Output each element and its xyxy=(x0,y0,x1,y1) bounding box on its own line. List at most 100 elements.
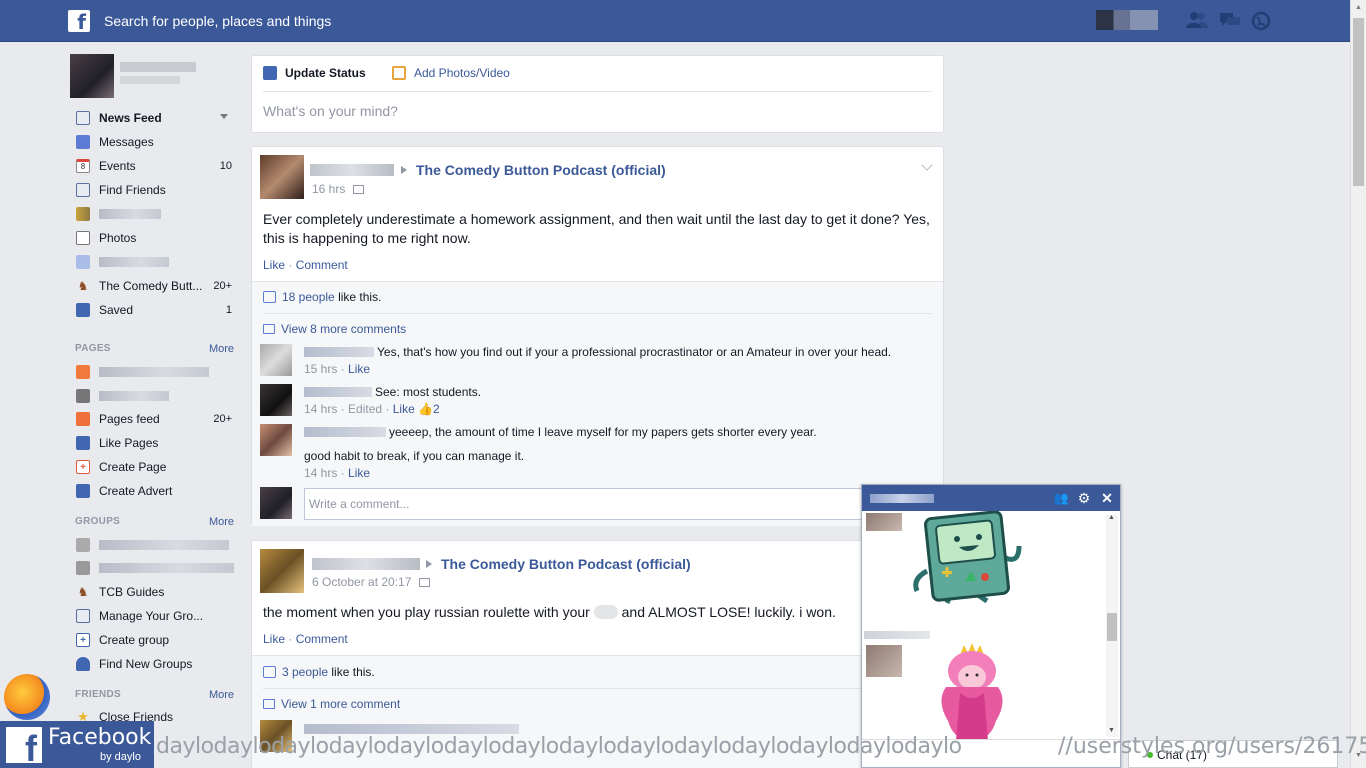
find-groups-icon xyxy=(76,657,90,671)
sidebar-item-events[interactable]: 8 Events 10 xyxy=(76,156,236,176)
sidebar-item-saved[interactable]: Saved 1 xyxy=(76,300,236,320)
add-photos-tab[interactable]: Add Photos/Video xyxy=(392,66,510,80)
status-input[interactable]: What's on your mind? xyxy=(263,103,398,119)
sidebar-item-comedy-button[interactable]: ♞ The Comedy Butt... 20+ xyxy=(76,276,236,296)
sidebar-item-manage-groups[interactable]: Manage Your Gro... xyxy=(76,606,236,626)
chevron-down-icon[interactable] xyxy=(921,159,933,171)
sidebar-item-pages-feed[interactable]: Pages feed 20+ xyxy=(76,409,236,429)
commenter-name-blurred[interactable] xyxy=(304,347,374,357)
chat-sender-avatar xyxy=(866,513,902,531)
page-link[interactable]: The Comedy Button Podcast (official) xyxy=(416,162,666,178)
author-name-blurred[interactable] xyxy=(312,558,420,570)
sidebar-item-photos[interactable]: Photos xyxy=(76,228,236,248)
like-button[interactable]: Like xyxy=(263,258,285,272)
notifications-globe-icon[interactable] xyxy=(1250,11,1272,31)
commenter-name-blurred[interactable] xyxy=(304,427,386,437)
comment-meta: 15 hrs · Like xyxy=(304,362,371,376)
sidebar-page-blurred-1[interactable] xyxy=(76,362,236,382)
chat-contact-name-blurred[interactable] xyxy=(870,494,934,503)
sidebar-item-create-advert[interactable]: Create Advert xyxy=(76,481,236,501)
comment-button[interactable]: Comment xyxy=(296,632,348,646)
update-status-tab[interactable]: Update Status xyxy=(263,66,366,80)
view-more-comments[interactable]: View 8 more comments xyxy=(263,322,406,336)
comment-like-button[interactable]: Like xyxy=(393,402,415,416)
thumbs-up-icon xyxy=(76,436,90,450)
sidebar-item-create-group[interactable]: + Create group xyxy=(76,630,236,650)
view-more-comments[interactable]: View 1 more comment xyxy=(263,697,400,711)
likes-summary: 18 people like this. xyxy=(263,290,381,304)
userstyle-url: //userstyles.org/users/261751 xyxy=(1058,734,1366,759)
post-timestamp[interactable]: 16 hrs xyxy=(312,182,365,196)
likes-count-link[interactable]: 18 people xyxy=(282,290,335,304)
author-avatar[interactable] xyxy=(260,155,304,199)
chat-scrollbar-thumb[interactable] xyxy=(1107,613,1117,641)
facebook-f-icon: f xyxy=(6,727,42,763)
audience-icon[interactable] xyxy=(353,185,365,194)
groups-more-link[interactable]: More xyxy=(209,516,234,528)
sidebar-group-blurred-2[interactable] xyxy=(76,558,236,578)
scrollbar-thumb[interactable] xyxy=(1353,18,1364,186)
commenter-avatar[interactable] xyxy=(260,384,292,416)
comment-likes-count[interactable]: 👍2 xyxy=(418,402,440,416)
gear-icon[interactable]: ⚙ xyxy=(1076,489,1092,507)
sidebar-item-find-friends[interactable]: Find Friends xyxy=(76,180,236,200)
comment-button[interactable]: Comment xyxy=(296,258,348,272)
likes-count-link[interactable]: 3 people xyxy=(282,665,328,679)
write-comment-input[interactable]: Write a comment... xyxy=(304,488,874,520)
sidebar-group-tcb-guides[interactable]: ♞ TCB Guides xyxy=(76,582,236,602)
bmo-sticker xyxy=(913,511,1022,604)
commenter-name-blurred[interactable] xyxy=(304,387,372,397)
sidebar-item-messages[interactable]: Messages xyxy=(76,132,236,152)
comment-text-continued: good habit to break, if you can manage i… xyxy=(304,449,525,463)
like-button[interactable]: Like xyxy=(263,632,285,646)
blurred-label xyxy=(99,563,234,573)
close-icon[interactable]: ✕ xyxy=(1099,489,1115,507)
sidebar-item-like-pages[interactable]: Like Pages xyxy=(76,433,236,453)
commenter-name-blurred[interactable] xyxy=(304,724,519,734)
comment-bubble-icon xyxy=(263,699,275,709)
friends-more-link[interactable]: More xyxy=(209,689,234,701)
messages-icon[interactable] xyxy=(1219,11,1241,31)
friends-icon[interactable] xyxy=(1186,11,1208,31)
author-avatar[interactable] xyxy=(260,549,304,593)
thumbs-up-icon xyxy=(263,291,276,303)
messages-icon xyxy=(76,135,90,149)
sidebar-item-find-new-groups[interactable]: Find New Groups xyxy=(76,654,236,674)
post-timestamp[interactable]: 6 October at 20:17 xyxy=(312,575,431,589)
sidebar-item-blurred[interactable] xyxy=(76,204,236,224)
profile-avatar[interactable] xyxy=(70,54,114,98)
manage-groups-icon xyxy=(76,609,90,623)
comment-like-button[interactable]: Like xyxy=(348,466,370,480)
audience-icon[interactable] xyxy=(419,578,431,587)
chat-scrollbar[interactable]: ▲ ▼ xyxy=(1106,514,1118,737)
blurred-label xyxy=(99,391,169,401)
horse-icon: ♞ xyxy=(77,279,89,293)
commenter-avatar[interactable] xyxy=(260,344,292,376)
search-input[interactable]: Search for people, places and things xyxy=(104,13,331,29)
chevron-down-icon[interactable] xyxy=(220,114,228,119)
sidebar-page-blurred-2[interactable] xyxy=(76,386,236,406)
comment-like-button[interactable]: Like xyxy=(348,362,370,376)
sidebar-item-blurred-2[interactable] xyxy=(76,252,236,272)
sidebar-group-blurred-1[interactable] xyxy=(76,535,236,555)
chat-header[interactable]: 👥 ⚙ ✕ xyxy=(862,485,1120,511)
group-thumbnail-icon xyxy=(76,561,90,575)
top-profile-avatar[interactable] xyxy=(1096,10,1158,30)
blurred-label xyxy=(99,367,209,377)
news-feed-icon xyxy=(76,111,90,125)
author-name-blurred[interactable] xyxy=(310,164,394,176)
sidebar-item-news-feed[interactable]: News Feed xyxy=(76,108,236,128)
facebook-logo-icon[interactable]: f xyxy=(68,10,90,32)
profile-edit-blurred[interactable] xyxy=(120,76,180,84)
profile-name-blurred[interactable] xyxy=(120,62,196,72)
add-friend-to-chat-icon[interactable]: 👥 xyxy=(1053,489,1069,507)
chat-sender-avatar xyxy=(866,645,902,677)
page-scrollbar[interactable]: ▲ ▼ xyxy=(1350,0,1366,768)
sidebar-item-create-page[interactable]: + Create Page xyxy=(76,457,236,477)
userstyle-watermark: daylodaylodaylodaylodaylodaylodaylodaylo… xyxy=(156,734,962,759)
page-link[interactable]: The Comedy Button Podcast (official) xyxy=(441,556,691,572)
pages-more-link[interactable]: More xyxy=(209,343,234,355)
commenter-avatar[interactable] xyxy=(260,424,292,456)
blurred-label xyxy=(99,257,169,267)
post-text: Ever completely underestimate a homework… xyxy=(263,211,930,246)
